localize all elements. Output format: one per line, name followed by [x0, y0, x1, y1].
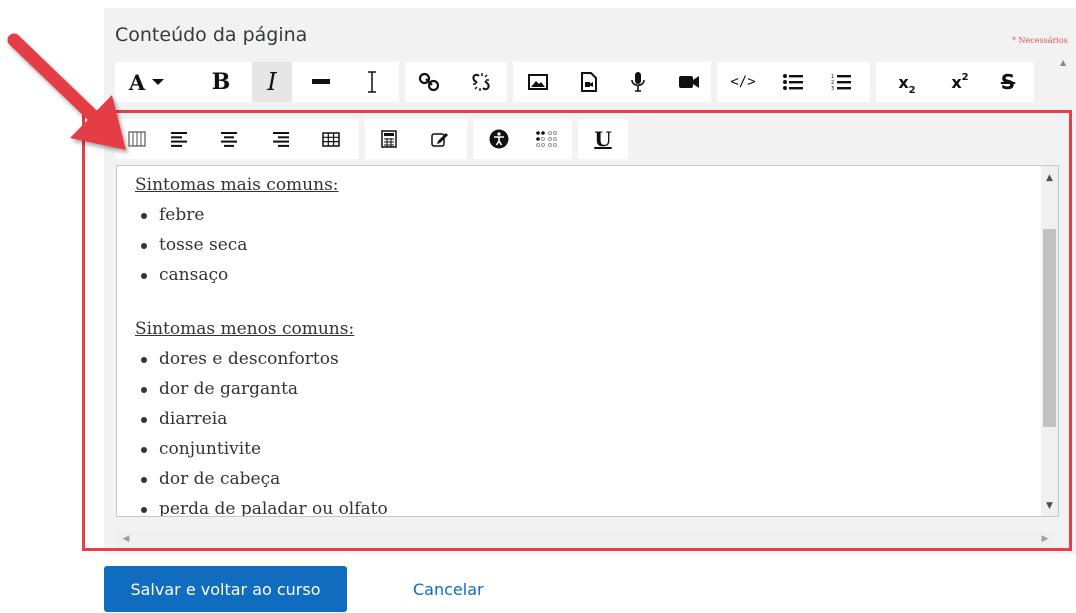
- font-color-icon: A: [128, 69, 146, 95]
- horizontal-scrollbar[interactable]: ◀ ▶: [116, 531, 1055, 548]
- scroll-up-icon[interactable]: ▲: [1041, 170, 1058, 186]
- chevron-down-icon: [152, 79, 165, 85]
- font-color-button[interactable]: A: [117, 62, 177, 102]
- editor-heading-common: Sintomas mais comuns:: [135, 175, 339, 195]
- braille-icon: [536, 131, 557, 147]
- align-left-icon: [171, 131, 187, 147]
- unlink-icon: [472, 73, 490, 91]
- list-item: dor de cabeça: [135, 464, 1025, 494]
- superscript-button[interactable]: x2: [942, 62, 978, 102]
- strikethrough-icon: S: [1000, 70, 1016, 94]
- align-right-button[interactable]: [262, 119, 298, 159]
- align-right-icon: [273, 131, 289, 147]
- image-icon: [528, 74, 548, 90]
- save-and-return-button[interactable]: Salvar e voltar ao curso: [104, 566, 347, 612]
- clear-format-icon: [368, 71, 376, 93]
- list-item: dores e desconfortos: [135, 344, 1025, 374]
- link-button[interactable]: [411, 62, 447, 102]
- html-button[interactable]: </>: [725, 62, 761, 102]
- calculator-icon: [381, 130, 397, 148]
- braille-button[interactable]: [529, 119, 565, 159]
- clear-format-button[interactable]: [354, 62, 390, 102]
- align-center-button[interactable]: [211, 119, 247, 159]
- italic-button[interactable]: I: [252, 62, 292, 102]
- edit-icon: [431, 133, 448, 147]
- required-note: * Necessários: [1012, 36, 1068, 45]
- edit-button[interactable]: [422, 119, 458, 159]
- editor-text[interactable]: Sintomas mais comuns: febre tosse seca c…: [135, 170, 1025, 516]
- page-scroll-up-icon[interactable]: ▲: [1060, 58, 1072, 70]
- video-camera-icon: [679, 76, 699, 88]
- editor-content-area[interactable]: Sintomas mais comuns: febre tosse seca c…: [116, 165, 1059, 517]
- list-item: tosse seca: [135, 230, 1025, 260]
- list-item: cansaço: [135, 260, 1025, 290]
- subscript-icon: x2: [898, 72, 916, 96]
- image-button[interactable]: [520, 62, 556, 102]
- table-button[interactable]: [313, 119, 349, 159]
- list-item: febre: [135, 200, 1025, 230]
- list-item: perda de paladar ou olfato: [135, 494, 1025, 516]
- subscript-button[interactable]: x2: [889, 62, 925, 102]
- rtl-icon: [128, 131, 146, 147]
- underline-icon: U: [594, 127, 612, 151]
- svg-text:3: 3: [831, 86, 834, 91]
- bold-icon: B: [211, 69, 231, 95]
- scroll-right-icon[interactable]: ▶: [1037, 531, 1053, 548]
- section-title: Conteúdo da página: [115, 24, 308, 46]
- scroll-left-icon[interactable]: ◀: [118, 531, 134, 548]
- media-button[interactable]: [571, 62, 607, 102]
- superscript-icon: x2: [951, 71, 969, 92]
- list-item: conjuntivite: [135, 434, 1025, 464]
- rtl-button[interactable]: [119, 119, 155, 159]
- accessibility-icon: [489, 129, 509, 149]
- cancel-link[interactable]: Cancelar: [413, 580, 484, 599]
- microphone-button[interactable]: [620, 62, 656, 102]
- strikethrough-button[interactable]: S: [990, 62, 1026, 102]
- media-icon: [581, 72, 597, 92]
- microphone-icon: [631, 72, 645, 92]
- list-item: diarreia: [135, 404, 1025, 434]
- list-item: dor de garganta: [135, 374, 1025, 404]
- html-code-icon: </>: [730, 74, 756, 90]
- editor-vertical-scrollbar[interactable]: ▲ ▼: [1041, 166, 1058, 516]
- scroll-down-icon[interactable]: ▼: [1041, 498, 1058, 514]
- bulleted-list-button[interactable]: [775, 62, 811, 102]
- table-icon: [322, 131, 340, 147]
- horizontal-rule-icon: [312, 79, 330, 84]
- bulleted-list-icon: [783, 74, 803, 90]
- align-left-button[interactable]: [162, 119, 198, 159]
- calculator-button[interactable]: [371, 119, 407, 159]
- underline-button[interactable]: U: [585, 119, 621, 159]
- numbered-list-icon: 1 2 3: [831, 74, 851, 91]
- scrollbar-thumb[interactable]: [1043, 229, 1056, 427]
- unlink-button[interactable]: [463, 62, 499, 102]
- horizontal-rule-button[interactable]: [303, 62, 339, 102]
- link-icon: [418, 72, 440, 92]
- numbered-list-button[interactable]: 1 2 3: [823, 62, 859, 102]
- bold-button[interactable]: B: [203, 62, 239, 102]
- video-button[interactable]: [671, 62, 707, 102]
- editor-heading-less-common: Sintomas menos comuns:: [135, 319, 355, 339]
- align-center-icon: [221, 131, 237, 147]
- accessibility-button[interactable]: [481, 119, 517, 159]
- italic-icon: I: [267, 68, 277, 96]
